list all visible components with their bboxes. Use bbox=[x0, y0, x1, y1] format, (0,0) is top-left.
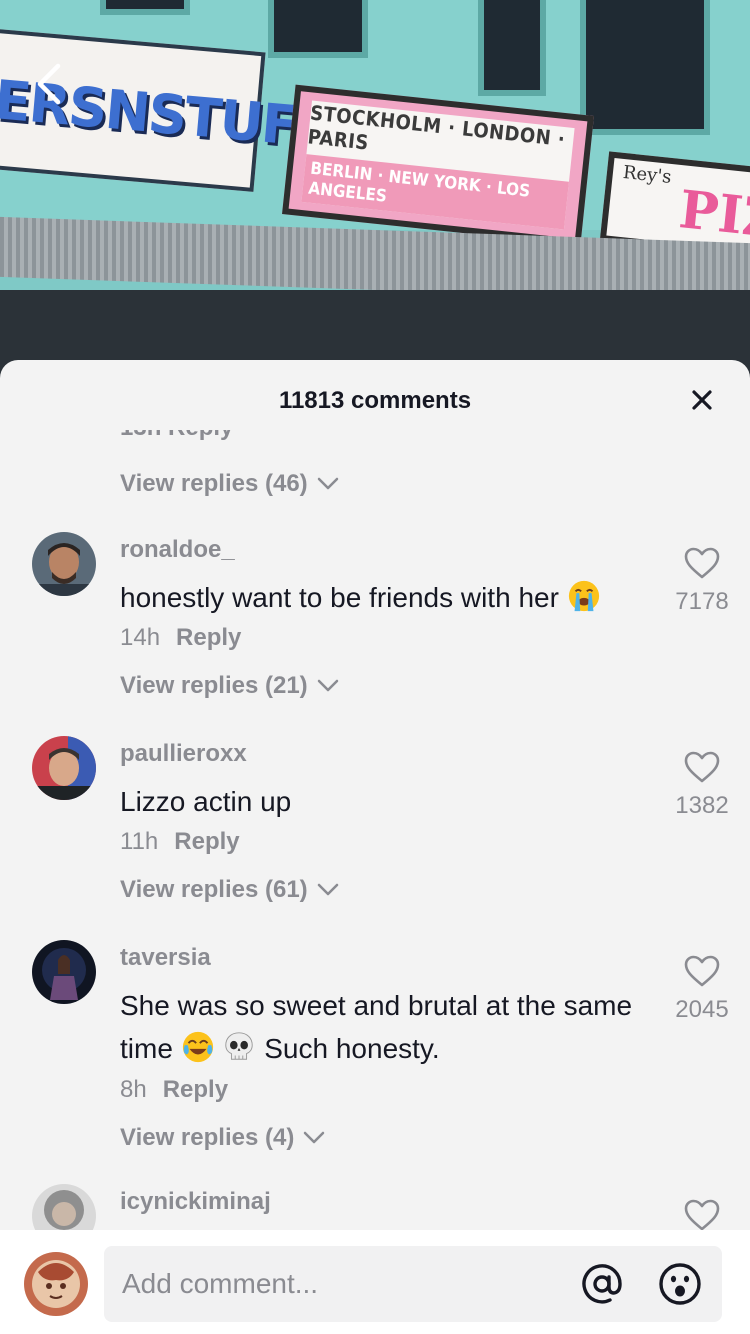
reply-button[interactable]: Reply bbox=[176, 624, 241, 652]
heart-outline-icon[interactable] bbox=[683, 954, 721, 988]
back-chevron-icon[interactable] bbox=[30, 60, 70, 108]
view-replies-label: View replies (46) bbox=[120, 470, 308, 497]
comment-input-field[interactable] bbox=[104, 1246, 722, 1322]
comment-time: 11h bbox=[120, 828, 159, 855]
window bbox=[268, 0, 368, 58]
comment-item: taversia She was so sweet and brutal at … bbox=[0, 940, 750, 1180]
username[interactable]: ronaldoe_ bbox=[120, 536, 235, 564]
comment-time: 14h bbox=[120, 624, 161, 651]
view-replies-label: View replies (21) bbox=[120, 672, 308, 699]
like-count: 2045 bbox=[675, 996, 729, 1023]
avatar[interactable] bbox=[32, 736, 96, 800]
emoji-picker-icon[interactable] bbox=[658, 1262, 702, 1306]
comment-text-content: honestly want to be friends with her bbox=[120, 582, 559, 613]
mention-at-icon[interactable] bbox=[580, 1262, 624, 1306]
window bbox=[580, 0, 710, 135]
comment-time: 8h bbox=[120, 1076, 147, 1103]
chevron-down-icon bbox=[304, 1131, 325, 1144]
comment-text: She was so sweet and brutal at the same … bbox=[120, 984, 650, 1070]
like-count: 7178 bbox=[675, 588, 729, 615]
chevron-down-icon bbox=[317, 883, 338, 896]
comments-header: 11813 comments bbox=[0, 360, 750, 440]
username[interactable]: taversia bbox=[120, 944, 211, 972]
avatar[interactable] bbox=[32, 532, 96, 596]
heart-outline-icon[interactable] bbox=[683, 750, 721, 784]
chevron-down-icon bbox=[317, 679, 338, 692]
window bbox=[478, 0, 546, 96]
comment-item: paullieroxx Lizzo actin up 11h Reply 138… bbox=[0, 736, 750, 936]
like-count: 1382 bbox=[675, 792, 729, 819]
like-button[interactable]: 1382 bbox=[660, 750, 744, 820]
partial-comment-meta: 13h Reply bbox=[120, 430, 233, 446]
heart-outline-icon[interactable] bbox=[683, 546, 721, 580]
view-replies-button[interactable]: View replies (21) bbox=[120, 672, 340, 700]
comment-item: icynickiminaj bbox=[0, 1184, 750, 1230]
view-replies-button[interactable]: View replies (61) bbox=[120, 876, 340, 904]
video-background: ERSNSTUFF STOCKHOLM · LONDON · PARIS BER… bbox=[0, 0, 750, 380]
view-replies-label: View replies (61) bbox=[120, 876, 308, 903]
like-button[interactable]: 7178 bbox=[660, 546, 744, 616]
face-with-tears-of-joy-icon bbox=[182, 1031, 213, 1063]
my-avatar[interactable] bbox=[24, 1252, 88, 1316]
like-button[interactable] bbox=[660, 1198, 744, 1230]
view-replies-button[interactable]: View replies (46) bbox=[120, 470, 340, 498]
view-replies-label: View replies (4) bbox=[120, 1124, 295, 1151]
view-replies-button[interactable]: View replies (4) bbox=[120, 1124, 326, 1152]
store-sign-left: ERSNSTUFF bbox=[0, 28, 334, 192]
comment-input[interactable] bbox=[122, 1264, 562, 1304]
comment-text: honestly want to be friends with her bbox=[120, 576, 650, 619]
pizza-sign-small: Rey's bbox=[621, 161, 673, 188]
reply-button[interactable]: Reply bbox=[163, 1076, 228, 1104]
username[interactable]: icynickiminaj bbox=[120, 1188, 271, 1216]
username[interactable]: paullieroxx bbox=[120, 740, 247, 768]
window bbox=[100, 0, 190, 15]
avatar[interactable] bbox=[32, 1184, 96, 1230]
skull-icon bbox=[225, 1032, 254, 1060]
comment-meta: 8h Reply bbox=[120, 1076, 228, 1104]
comment-item: ronaldoe_ honestly want to be friends wi… bbox=[0, 532, 750, 732]
comment-input-bar bbox=[0, 1230, 750, 1334]
like-button[interactable]: 2045 bbox=[660, 954, 744, 1024]
pizza-sign-big: PIZ bbox=[676, 179, 750, 251]
avatar[interactable] bbox=[32, 940, 96, 1004]
comment-list[interactable]: 13h Reply View replies (46) ronaldoe_ ho… bbox=[0, 430, 750, 1230]
comment-text-content: Such honesty. bbox=[264, 1033, 440, 1064]
heart-outline-icon[interactable] bbox=[683, 1198, 721, 1230]
comments-sheet: 11813 comments 13h Reply View replies (4… bbox=[0, 360, 750, 1334]
comment-count: 11813 comments bbox=[278, 387, 472, 414]
comment-meta: 11h Reply bbox=[120, 828, 240, 856]
comment-meta: 14h Reply bbox=[120, 624, 241, 652]
chevron-down-icon bbox=[317, 477, 338, 490]
reply-button[interactable]: Reply bbox=[174, 828, 239, 856]
comment-text-content: Lizzo actin up bbox=[120, 786, 292, 817]
comment-text: Lizzo actin up bbox=[120, 780, 650, 823]
loudly-crying-face-icon bbox=[568, 580, 599, 612]
close-icon[interactable] bbox=[684, 382, 720, 418]
